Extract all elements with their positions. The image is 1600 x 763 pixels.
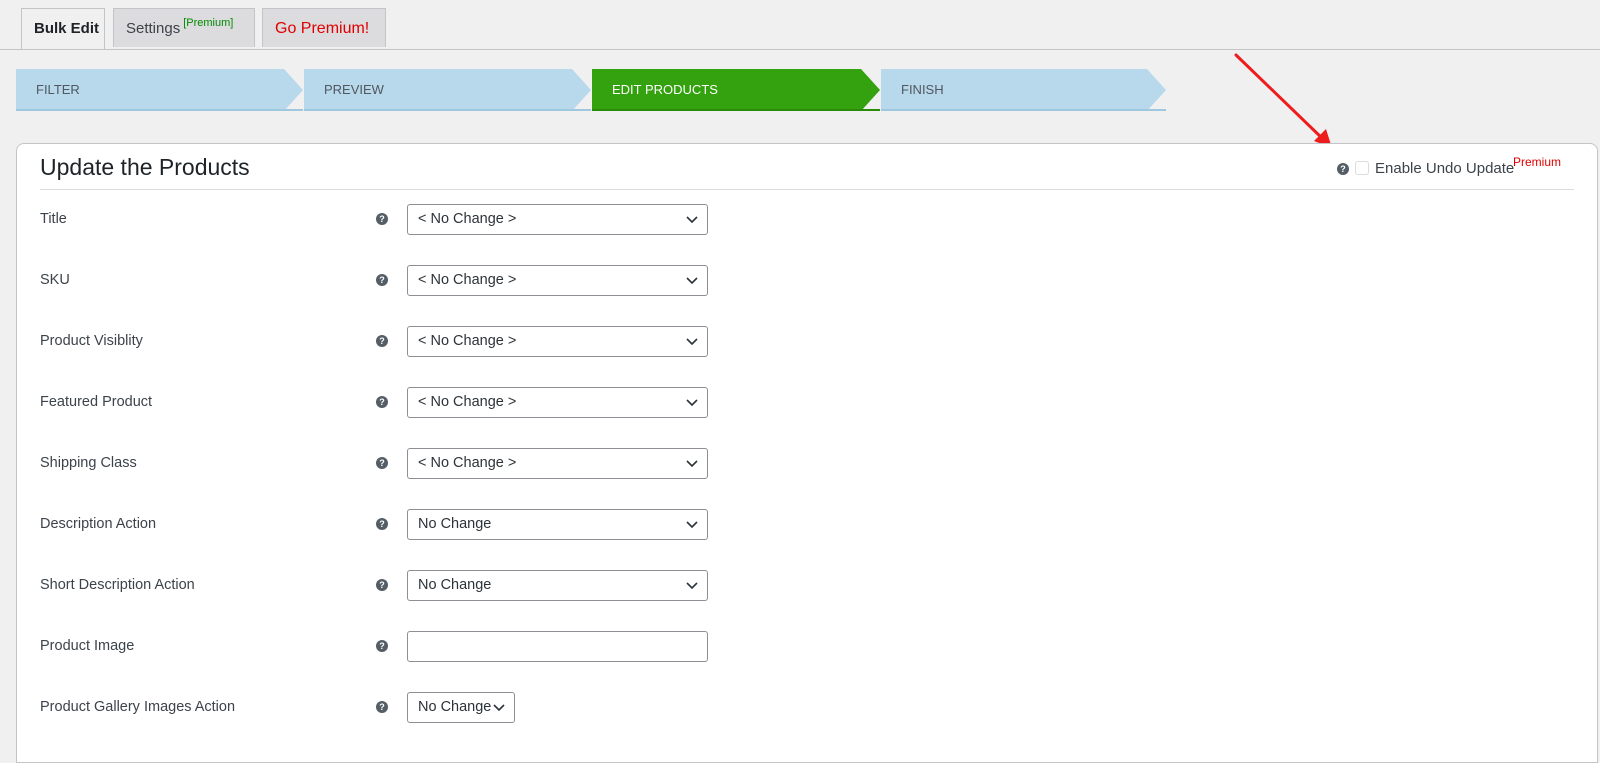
field-row-title: Title ? < No Change > [40,204,720,236]
field-row-product-image: Product Image ? [40,631,720,663]
field-label: Description Action [40,516,157,532]
red-arrow-icon [1234,53,1332,148]
step-finish[interactable]: FINISH [881,69,1166,111]
select-value: No Change [418,577,492,593]
select-value: < No Change > [418,333,517,349]
product-image-input[interactable] [407,631,708,662]
help-circle-icon[interactable]: ? [376,274,388,286]
tab-settings[interactable]: Settings [Premium] [113,8,255,47]
field-row-product-visibility: Product Visiblity ? < No Change > [40,326,720,358]
help-circle-icon[interactable]: ? [376,213,388,225]
help-circle-icon[interactable]: ? [376,640,388,652]
select-value: < No Change > [418,394,517,410]
chevron-down-icon [686,460,698,468]
field-label: Title [40,211,67,227]
field-row-description-action: Description Action ? No Change [40,509,720,541]
field-row-short-description-action: Short Description Action ? No Change [40,570,720,602]
enable-undo-label: Enable Undo Update [1375,160,1515,177]
field-label: Product Gallery Images Action [40,699,236,715]
field-row-sku: SKU ? < No Change > [40,265,720,297]
title-select[interactable]: < No Change > [407,204,708,235]
step-filter-label: FILTER [36,82,80,97]
chevron-down-icon [686,216,698,224]
tab-settings-label: Settings [126,20,181,37]
step-finish-label: FINISH [901,82,944,97]
update-products-panel: Update the Products ? Enable Undo Update… [16,143,1598,763]
page-title: Update the Products [40,154,250,180]
product-visibility-select[interactable]: < No Change > [407,326,708,357]
field-row-shipping-class: Shipping Class ? < No Change > [40,448,720,480]
description-action-select[interactable]: No Change [407,509,708,540]
chevron-down-icon [686,277,698,285]
help-circle-icon[interactable]: ? [376,579,388,591]
step-preview[interactable]: PREVIEW [304,69,591,111]
select-value: < No Change > [418,272,517,288]
undo-premium-badge: Premium [1513,155,1562,169]
help-circle-icon[interactable]: ? [1337,163,1349,175]
field-label: Product Image [40,638,135,654]
tab-bulk-edit[interactable]: Bulk Edit [21,8,105,49]
help-circle-icon[interactable]: ? [376,335,388,347]
chevron-down-icon [686,521,698,529]
field-label: Product Visiblity [40,333,143,349]
help-circle-icon[interactable]: ? [376,518,388,530]
sku-select[interactable]: < No Change > [407,265,708,296]
chevron-down-icon [686,399,698,407]
tab-bulk-edit-label: Bulk Edit [34,20,100,37]
chevron-down-icon [686,338,698,346]
field-row-product-gallery-images-action: Product Gallery Images Action ? No Chang… [40,692,720,724]
field-label: SKU [40,272,70,288]
field-label: Short Description Action [40,577,195,593]
select-value: < No Change > [418,211,517,227]
select-value: No Change [418,516,492,532]
step-filter[interactable]: FILTER [16,69,303,111]
help-circle-icon[interactable]: ? [376,396,388,408]
select-value: No Change [418,699,492,715]
settings-premium-badge: [Premium] [183,17,234,29]
nav-tabs: Bulk Edit Settings [Premium] Go Premium! [0,0,1600,50]
enable-undo-checkbox[interactable] [1355,161,1369,175]
shipping-class-select[interactable]: < No Change > [407,448,708,479]
step-edit-products-label: EDIT PRODUCTS [612,82,718,97]
help-circle-icon[interactable]: ? [376,701,388,713]
select-value: < No Change > [418,455,517,471]
step-preview-label: PREVIEW [324,82,384,97]
tab-go-premium-label: Go Premium! [275,20,370,37]
featured-product-select[interactable]: < No Change > [407,387,708,418]
help-circle-icon[interactable]: ? [376,457,388,469]
title-divider [40,189,1574,190]
chevron-down-icon [686,582,698,590]
tab-go-premium[interactable]: Go Premium! [262,8,386,47]
field-label: Shipping Class [40,455,137,471]
step-edit-products[interactable]: EDIT PRODUCTS [592,69,880,111]
product-gallery-images-action-select[interactable]: No Change [407,692,515,723]
field-row-featured-product: Featured Product ? < No Change > [40,387,720,419]
short-description-action-select[interactable]: No Change [407,570,708,601]
chevron-down-icon [493,704,505,712]
field-label: Featured Product [40,394,153,410]
